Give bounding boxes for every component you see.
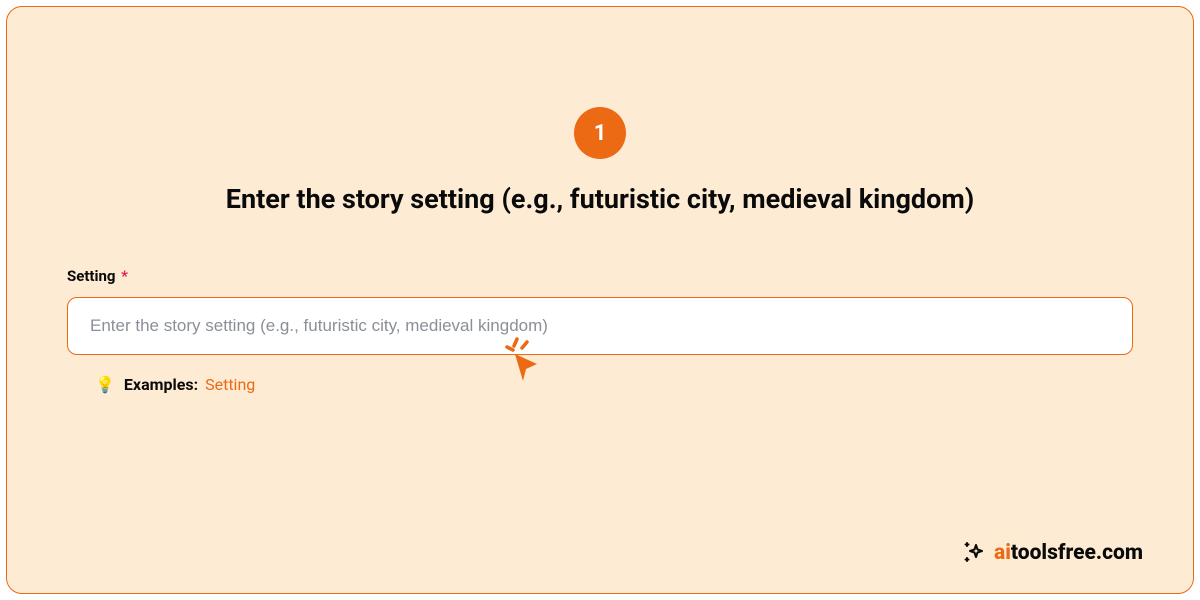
examples-link[interactable]: Setting bbox=[205, 375, 255, 394]
examples-label: Examples: bbox=[124, 375, 198, 394]
step-number: 1 bbox=[594, 121, 607, 146]
bulb-icon: 💡 bbox=[95, 375, 115, 394]
step-badge: 1 bbox=[574, 107, 626, 159]
field-label-row: Setting * bbox=[67, 267, 1133, 285]
brand-suffix: toolsfree.com bbox=[1011, 541, 1143, 565]
field-label: Setting bbox=[67, 267, 115, 285]
required-asterisk: * bbox=[121, 267, 128, 285]
brand-text: aitoolsfree.com bbox=[994, 541, 1143, 565]
examples-row: 💡 Examples: Setting bbox=[95, 375, 1133, 394]
brand-logo: aitoolsfree.com bbox=[962, 541, 1143, 565]
step-heading: Enter the story setting (e.g., futuristi… bbox=[67, 183, 1133, 215]
form-card: 1 Enter the story setting (e.g., futuris… bbox=[6, 6, 1194, 594]
brand-prefix: ai bbox=[994, 541, 1011, 565]
setting-input[interactable] bbox=[67, 297, 1133, 355]
sparkle-icon bbox=[962, 541, 986, 565]
